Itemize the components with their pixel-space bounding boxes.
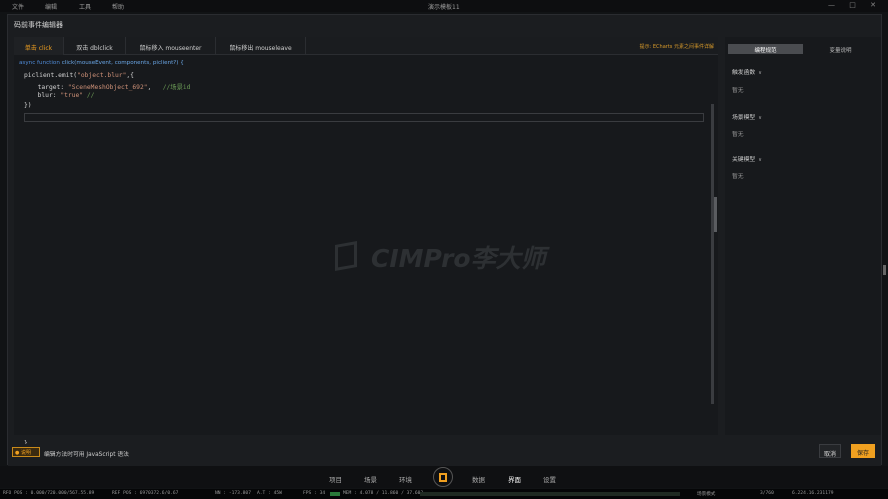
chevron-down-icon: ∨ bbox=[758, 157, 762, 163]
code-text: ,{ bbox=[126, 72, 134, 79]
tab-variables[interactable]: 变量说明 bbox=[803, 44, 878, 54]
section-title: 场景模型 bbox=[732, 115, 756, 121]
save-button[interactable]: 保存 bbox=[851, 444, 875, 458]
menu-edit[interactable]: 编辑 bbox=[45, 2, 57, 11]
menu-tools[interactable]: 工具 bbox=[79, 2, 91, 11]
tip-badge: ● 说明 bbox=[12, 447, 40, 457]
nav-project[interactable]: 项目 bbox=[329, 474, 342, 484]
status-mem: MEM : 4.078 / 11.860 / 37.603 bbox=[343, 491, 424, 496]
function-signature: async function click(mouseEvent, compone… bbox=[19, 60, 184, 66]
code-comment: // bbox=[83, 92, 95, 99]
tab-mouseenter[interactable]: 鼠标移入 mouseenter bbox=[126, 37, 216, 55]
watermark: CIMPro李大师 bbox=[335, 237, 575, 277]
tip-text: 编辑方法时可用 JavaScript 语法 bbox=[44, 452, 129, 458]
nav-environment[interactable]: 环境 bbox=[399, 474, 412, 484]
event-tabs: 单击 click 双击 dblclick 鼠标移入 mouseenter 鼠标移… bbox=[14, 37, 718, 55]
code-text: blur: bbox=[30, 92, 61, 99]
code-string: "true" bbox=[60, 92, 84, 99]
section-title: 关键模型 bbox=[732, 157, 756, 163]
section-key-model[interactable]: 关键模型 ∨ bbox=[732, 154, 762, 163]
editor-panel: 单击 click 双击 dblclick 鼠标移入 mouseenter 鼠标移… bbox=[14, 37, 718, 447]
section-scene-model[interactable]: 场景模型 ∨ bbox=[732, 112, 762, 121]
section-title: 触发函数 bbox=[732, 70, 756, 76]
status-nn: NN : -173.807 bbox=[215, 491, 251, 496]
tab-dblclick[interactable]: 双击 dblclick bbox=[64, 37, 126, 55]
section-value: 暂无 bbox=[732, 88, 744, 94]
close-button[interactable]: ✕ bbox=[870, 1, 882, 9]
status-fps: FPS : 34 bbox=[303, 491, 326, 496]
tab-mouseleave[interactable]: 鼠标移出 mouseleave bbox=[216, 37, 306, 55]
section-trigger-function[interactable]: 触发函数 ∨ bbox=[732, 67, 762, 76]
code-line-1: piclient.emit("object.blur",{ bbox=[24, 72, 134, 79]
status-rfo-pos: RFO POS : 0.000/720.000/567.55.89 bbox=[3, 491, 95, 496]
code-line-3: blur: "true" // bbox=[30, 92, 95, 99]
status-at: A.T : 45W bbox=[257, 491, 282, 496]
bottom-nav: 项目 场景 环境 数据 界面 设置 bbox=[0, 466, 888, 488]
nav-settings[interactable]: 设置 bbox=[543, 474, 556, 484]
status-scene-mode: 场景模式 bbox=[697, 492, 716, 497]
code-line-2: target: "SceneMeshObject_692", //场景id bbox=[30, 82, 191, 91]
watermark-logo-icon bbox=[335, 241, 357, 271]
menu-help[interactable]: 帮助 bbox=[112, 2, 124, 11]
nav-data[interactable]: 数据 bbox=[472, 474, 485, 484]
code-string: "SceneMeshObject_692" bbox=[67, 84, 148, 91]
menu-file[interactable]: 文件 bbox=[12, 2, 24, 11]
mem-meter bbox=[420, 492, 680, 496]
code-line-4: }) bbox=[24, 102, 32, 109]
code-string: "object.blur" bbox=[77, 72, 127, 79]
nav-scene[interactable]: 场景 bbox=[364, 474, 377, 484]
logo-mark bbox=[439, 473, 447, 482]
event-editor-dialog: 码前事件编辑器 单击 click 双击 dblclick 鼠标移入 mousee… bbox=[7, 14, 882, 466]
edge-handle[interactable] bbox=[883, 265, 886, 275]
watermark-text: CIMPro李大师 bbox=[371, 244, 546, 273]
code-text: piclient.emit( bbox=[24, 72, 78, 79]
editor-gutter-scroll[interactable] bbox=[711, 104, 714, 404]
window-title: 演示模板11 bbox=[428, 4, 460, 11]
tab-click[interactable]: 单击 click bbox=[14, 37, 64, 55]
dialog-footer: ● 说明 编辑方法时可用 JavaScript 语法 取消 保存 bbox=[8, 444, 881, 466]
section-value: 暂无 bbox=[732, 174, 744, 180]
code-text: target: bbox=[30, 84, 68, 91]
signature-keyword: async function bbox=[19, 60, 60, 66]
sidebar-tabs: 编程规范 变量说明 bbox=[728, 44, 878, 54]
editor-scrollbar-thumb[interactable] bbox=[714, 197, 717, 232]
status-ref-pos: REF POS : 6970372.6/0.67 bbox=[112, 491, 179, 496]
status-count: 3/760 bbox=[760, 491, 774, 496]
nav-interface[interactable]: 界面 bbox=[508, 474, 521, 484]
app-logo-icon[interactable] bbox=[433, 467, 453, 487]
lightbulb-icon: ● bbox=[15, 450, 20, 456]
signature-function: click(mouseEvent, components, piclient?)… bbox=[61, 60, 184, 66]
menubar: 文件 编辑 工具 帮助 演示模板11 — □ ✕ bbox=[0, 0, 888, 12]
section-value: 暂无 bbox=[732, 132, 744, 138]
code-comment: //场景id bbox=[162, 84, 191, 91]
tip-badge-label: 说明 bbox=[20, 450, 31, 456]
help-sidebar: 编程规范 变量说明 触发函数 ∨ 暂无 场景模型 ∨ 暂无 关键模型 ∨ 暂无 bbox=[725, 37, 881, 435]
status-coords: 6.224.16.231179 bbox=[792, 491, 834, 496]
window-controls: — □ ✕ bbox=[828, 1, 882, 9]
dialog-title: 码前事件编辑器 bbox=[14, 21, 63, 29]
chevron-down-icon: ∨ bbox=[758, 70, 762, 76]
echarts-hint-link[interactable]: 提示: ECharts 元素之间事件详解 bbox=[640, 43, 714, 50]
fps-meter bbox=[330, 492, 340, 496]
code-text: , bbox=[147, 84, 163, 91]
maximize-button[interactable]: □ bbox=[849, 1, 862, 9]
cancel-button[interactable]: 取消 bbox=[819, 444, 841, 458]
chevron-down-icon: ∨ bbox=[758, 115, 762, 121]
tab-coding-rules[interactable]: 编程规范 bbox=[728, 44, 803, 54]
status-bar: RFO POS : 0.000/720.000/567.55.89 REF PO… bbox=[0, 489, 888, 499]
minimize-button[interactable]: — bbox=[828, 1, 841, 9]
current-line-highlight bbox=[24, 113, 704, 122]
